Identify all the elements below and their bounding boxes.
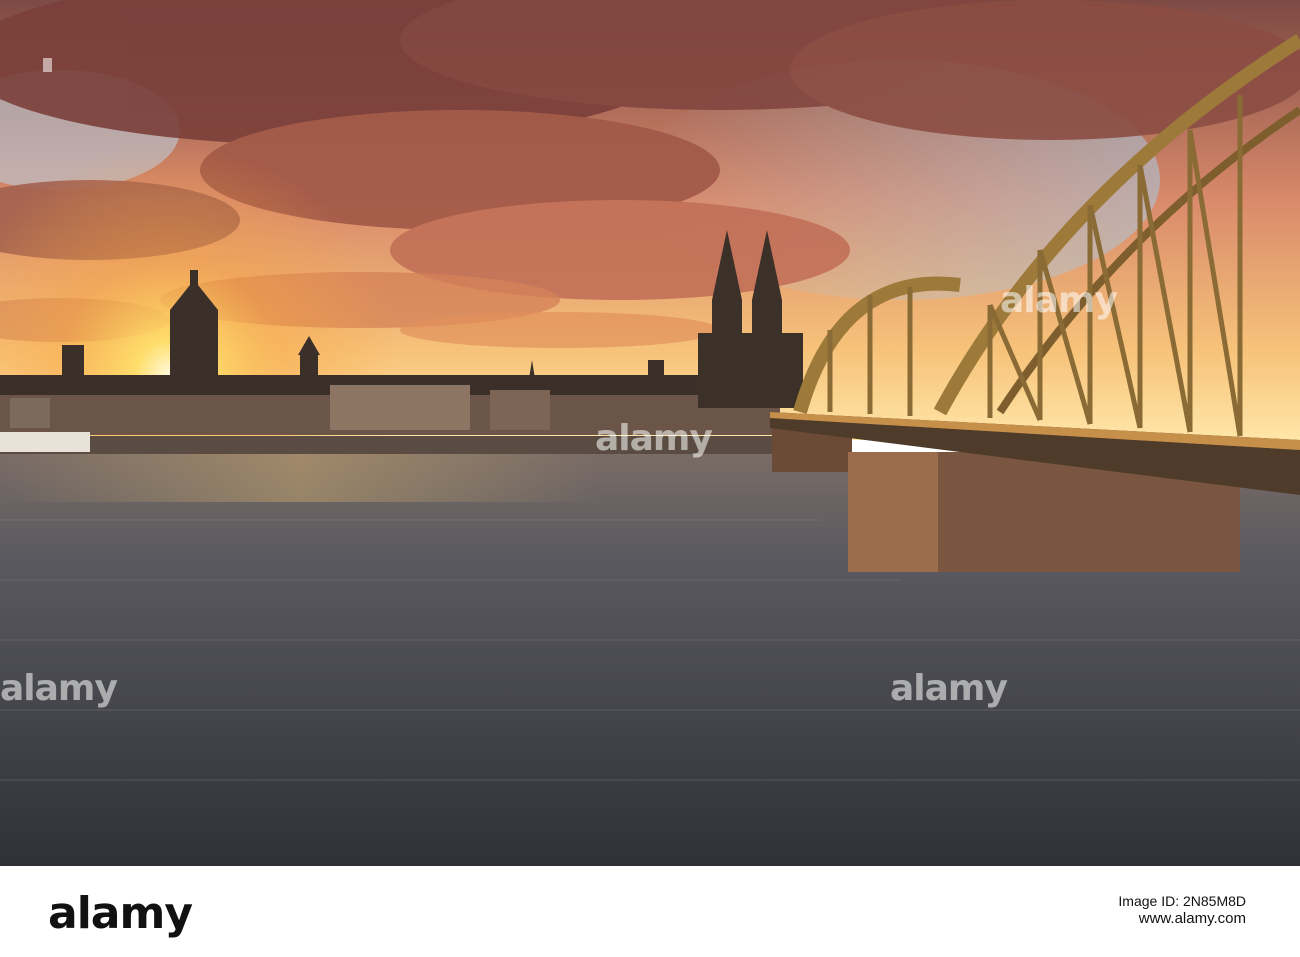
sun-reflection xyxy=(0,452,600,502)
quay xyxy=(0,436,780,454)
photo xyxy=(0,0,1300,866)
river-boat xyxy=(0,432,90,452)
cologne-skyline-photo xyxy=(0,0,1300,866)
image-reference: Image ID: 2N85M8D www.alamy.com xyxy=(1118,892,1246,928)
bridge-pier-lit xyxy=(848,452,938,572)
site-url: www.alamy.com xyxy=(1138,910,1246,927)
image-id-label: Image ID: 2N85M8D xyxy=(1118,893,1246,909)
alamy-logo: alamy xyxy=(48,888,193,939)
footer-bar: alamy Image ID: 2N85M8D www.alamy.com xyxy=(0,866,1300,957)
